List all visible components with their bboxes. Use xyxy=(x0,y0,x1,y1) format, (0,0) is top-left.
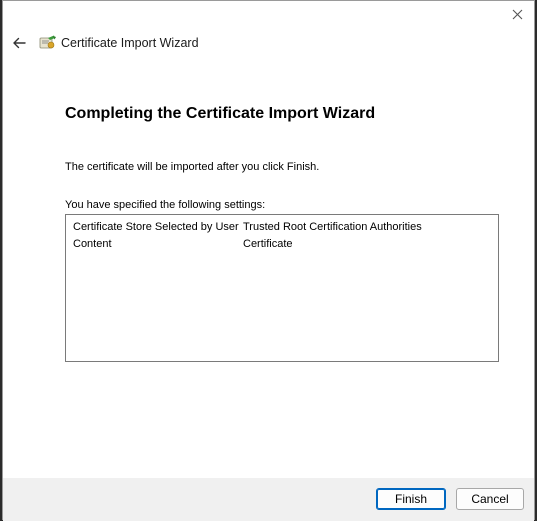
settings-row: Certificate Store Selected by User Trust… xyxy=(66,219,498,236)
settings-key: Content xyxy=(73,238,112,250)
page-heading: Completing the Certificate Import Wizard xyxy=(65,105,376,122)
finish-button[interactable]: Finish xyxy=(376,488,446,510)
info-text: The certificate will be imported after y… xyxy=(65,161,320,173)
settings-value: Certificate xyxy=(243,238,293,250)
settings-list[interactable]: Certificate Store Selected by User Trust… xyxy=(65,214,499,362)
close-button[interactable] xyxy=(506,4,528,24)
certificate-import-wizard-window: Certificate Import Wizard Completing the… xyxy=(2,0,535,521)
window-title: Certificate Import Wizard xyxy=(61,36,199,50)
settings-label: You have specified the following setting… xyxy=(65,199,266,211)
back-button[interactable] xyxy=(9,33,29,53)
certificate-icon xyxy=(39,35,56,49)
cancel-button[interactable]: Cancel xyxy=(456,488,524,510)
button-footer: Finish Cancel xyxy=(3,478,534,521)
settings-row: Content Certificate xyxy=(66,236,498,253)
back-arrow-icon xyxy=(13,37,26,49)
settings-value: Trusted Root Certification Authorities xyxy=(243,221,422,233)
settings-key: Certificate Store Selected by User xyxy=(73,221,239,233)
close-icon xyxy=(512,9,522,19)
